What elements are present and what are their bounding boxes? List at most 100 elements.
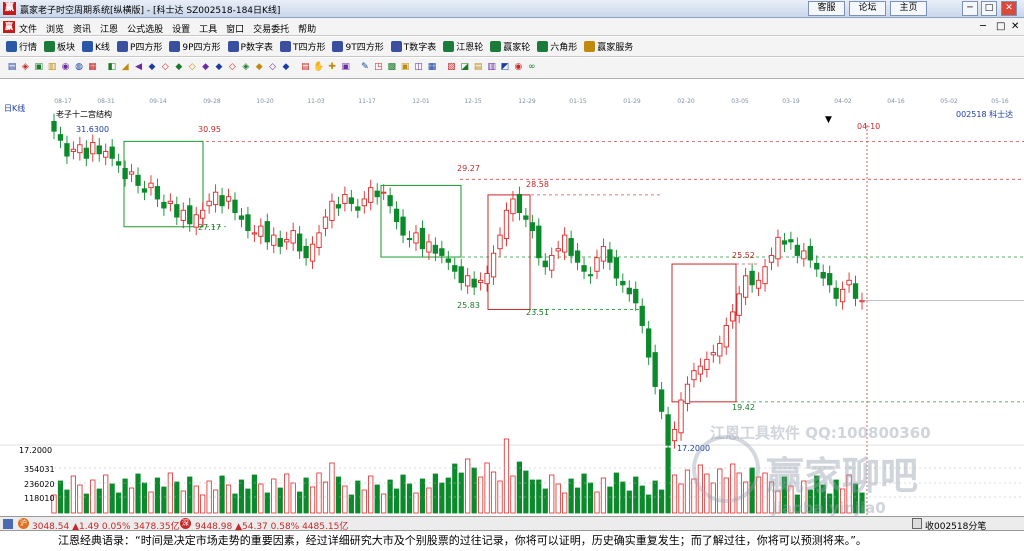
- cross-tool-icon[interactable]: ✚: [326, 61, 338, 74]
- volume-bar: [458, 472, 464, 514]
- menu-formula[interactable]: 公式选股: [127, 22, 163, 35]
- child-restore-button[interactable]: □: [996, 21, 1005, 33]
- menu-file[interactable]: 文件: [19, 22, 37, 35]
- diamond-tool-icon[interactable]: ◆: [173, 61, 185, 74]
- grid2-tool-icon[interactable]: ▩: [386, 61, 398, 74]
- table2-tool-icon[interactable]: ▦: [426, 61, 438, 74]
- target-tool-icon[interactable]: ◍: [73, 61, 85, 74]
- pen-tool-icon[interactable]: ✎: [359, 61, 371, 74]
- maximize-button[interactable]: □: [981, 1, 997, 16]
- split2-tool-icon[interactable]: ◩: [499, 61, 511, 74]
- service-link[interactable]: 客服: [808, 1, 845, 16]
- diamond-tool-icon[interactable]: ◆: [253, 61, 265, 74]
- tool-winner-wheel[interactable]: 赢家轮: [490, 40, 530, 53]
- tool-service[interactable]: 赢家服务: [584, 40, 633, 53]
- layout-tool-icon[interactable]: ◈: [19, 61, 31, 74]
- diamond-outline-tool-icon[interactable]: ◇: [159, 61, 171, 74]
- back-tool-icon[interactable]: ◀: [133, 61, 145, 74]
- half-tool-icon[interactable]: ◪: [459, 61, 471, 74]
- tool-t-square[interactable]: T四方形: [279, 40, 325, 53]
- 9t-square-icon: [332, 41, 344, 52]
- status-menu-icon[interactable]: [3, 519, 13, 529]
- window-tool-icon[interactable]: ◫: [413, 61, 425, 74]
- tool-label: 江恩轮: [456, 43, 484, 53]
- bar-tool-icon[interactable]: ▥: [46, 61, 58, 74]
- menu-tools[interactable]: 工具: [199, 22, 217, 35]
- tool-t-table[interactable]: T数字表: [390, 40, 436, 53]
- save-tool-icon[interactable]: ▣: [399, 61, 411, 74]
- menu-info[interactable]: 资讯: [73, 22, 91, 35]
- tool-p-square[interactable]: P四方形: [116, 40, 162, 53]
- menu-window[interactable]: 窗口: [226, 22, 244, 35]
- corner-tool-icon[interactable]: ◢: [119, 61, 131, 74]
- list3-tool-icon[interactable]: ▤: [472, 61, 484, 74]
- tool-gann-wheel[interactable]: 江恩轮: [443, 40, 483, 53]
- tool-9p-square[interactable]: 9P四方形: [169, 40, 221, 53]
- diamond-outline-tool-icon[interactable]: ◇: [226, 61, 238, 74]
- price-level-27-17: 27.17: [198, 223, 221, 232]
- hatch-tool-icon[interactable]: ▨: [445, 61, 457, 74]
- tool-9t-square[interactable]: 9T四方形: [332, 40, 384, 53]
- tool-label: 9T四方形: [345, 43, 384, 53]
- list2-tool-icon[interactable]: ▤: [299, 61, 311, 74]
- infinity-tool-icon[interactable]: ∞: [526, 61, 538, 74]
- multi-tool-icon[interactable]: ◈: [240, 61, 252, 74]
- table-tool-icon[interactable]: ▦: [86, 61, 98, 74]
- volume-bar: [484, 462, 490, 514]
- box-tool-icon[interactable]: ▣: [340, 61, 352, 74]
- list-tool-icon[interactable]: ▣: [33, 61, 45, 74]
- kline-chart[interactable]: 08-17 08-31 09-14 09-28 10-20 11-03 11-17 12-01…: [0, 95, 1024, 517]
- split-tool-icon[interactable]: ◧: [106, 61, 118, 74]
- diamond-tool-icon[interactable]: ◆: [146, 61, 158, 74]
- volume-bar: [413, 492, 419, 514]
- menu-gann[interactable]: 江恩: [100, 22, 118, 35]
- child-close-button[interactable]: ✕: [1011, 21, 1019, 33]
- candle-body: [613, 257, 620, 279]
- tool-kline[interactable]: K线: [82, 40, 110, 53]
- grid-tool-icon[interactable]: ▤: [6, 61, 18, 74]
- diamond-outline-tool-icon[interactable]: ◇: [267, 61, 279, 74]
- tool-sector[interactable]: 板块: [44, 40, 75, 53]
- volume-bar: [419, 478, 426, 514]
- candle-body: [374, 190, 380, 198]
- frame-tool-icon[interactable]: ◳: [372, 61, 384, 74]
- tool-hexagon[interactable]: 六角形: [537, 40, 577, 53]
- tool-p-table[interactable]: P数字表: [227, 40, 273, 53]
- price-level-30-95: 30.95: [198, 125, 221, 134]
- candle-body: [128, 171, 135, 175]
- volume-bar: [309, 486, 316, 514]
- dropdown-arrow-icon[interactable]: ▼: [825, 115, 832, 125]
- menu-browse[interactable]: 浏览: [46, 22, 64, 35]
- candle-body: [419, 227, 426, 250]
- circle-tool-icon[interactable]: ◉: [60, 61, 72, 74]
- candle-body: [497, 234, 503, 250]
- app-logo-icon: 赢: [3, 2, 16, 15]
- diamond-tool-icon[interactable]: ◆: [280, 61, 292, 74]
- forum-link[interactable]: 论坛: [849, 1, 886, 16]
- diamond-tool-icon[interactable]: ◆: [213, 61, 225, 74]
- diamond-outline-tool-icon[interactable]: ◇: [186, 61, 198, 74]
- volume-bar: [64, 489, 70, 514]
- candle-body: [839, 288, 846, 303]
- homepage-link[interactable]: 主页: [890, 1, 927, 16]
- candle-body: [174, 204, 180, 218]
- menu-settings[interactable]: 设置: [172, 22, 190, 35]
- candle-body: [678, 399, 684, 434]
- app-window: 赢 赢家老子时空周期系统[纵横版] - [科士达 SZ002518-184日K线…: [0, 0, 1024, 551]
- tool-market[interactable]: 行情: [6, 40, 37, 53]
- hand-tool-icon[interactable]: ✋: [313, 61, 325, 74]
- candle-body: [141, 188, 148, 193]
- close-button[interactable]: ✕: [1001, 1, 1017, 16]
- menu-trade[interactable]: 交易委托: [253, 22, 289, 35]
- menu-help[interactable]: 帮助: [298, 22, 316, 35]
- candle-body: [309, 243, 316, 262]
- diamond-tool-icon[interactable]: ◆: [200, 61, 212, 74]
- minimize-button[interactable]: ─: [962, 1, 978, 16]
- tool-label: 9P四方形: [182, 43, 221, 53]
- child-minimize-button[interactable]: ─: [980, 21, 986, 33]
- pie-tool-icon[interactable]: ◉: [512, 61, 524, 74]
- candle-body: [296, 233, 303, 252]
- candle-body: [768, 255, 775, 263]
- volume-bar: [135, 473, 141, 514]
- list4-tool-icon[interactable]: ▥: [486, 61, 498, 74]
